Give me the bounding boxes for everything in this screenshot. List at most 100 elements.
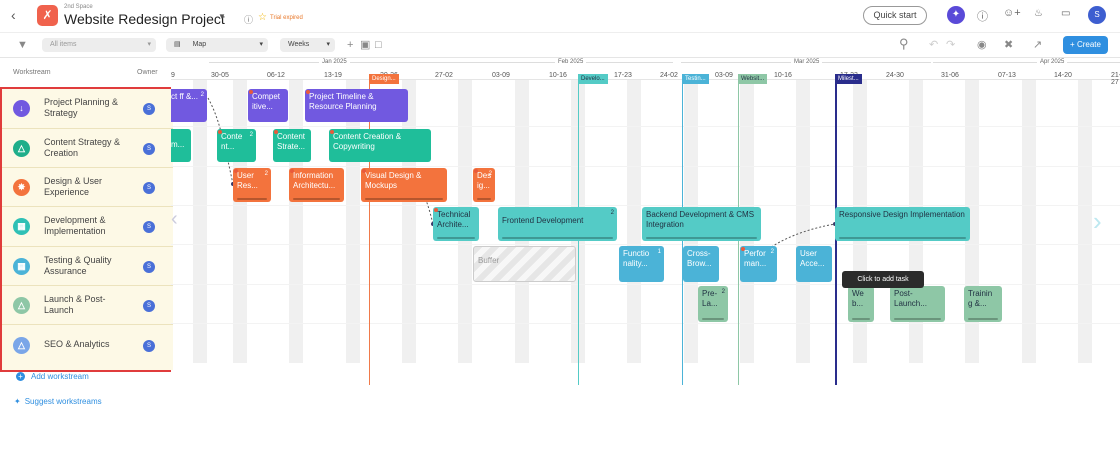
quick-start-label: Quick start (873, 10, 917, 20)
task-bar[interactable]: Visual Design & Mockups (361, 168, 447, 202)
task-bar[interactable]: Des ig... 2 (473, 168, 495, 202)
eye-icon[interactable]: ◉ (977, 38, 987, 52)
task-label: m... (171, 140, 185, 149)
owner-avatar[interactable]: S (143, 261, 155, 273)
task-bar[interactable]: ct ff &... 2 (171, 89, 207, 122)
calendar-icon[interactable]: ▣ (360, 38, 370, 52)
task-bar[interactable]: Pre- La... 2 (698, 286, 728, 322)
tools-icon[interactable]: ✖ (1004, 38, 1013, 52)
zoom-out-icon[interactable]: □ (375, 38, 382, 52)
progress-bar (852, 318, 870, 320)
task-bar[interactable]: Backend Development & CMS Integration (642, 207, 761, 241)
owner-avatar[interactable]: S (143, 182, 155, 194)
task-count: 2 (200, 92, 204, 98)
task-bar[interactable]: Compet itive... (248, 89, 288, 122)
task-bar[interactable]: We b... (848, 286, 874, 322)
workstream-row[interactable]: △ SEO & Analytics S (2, 325, 173, 370)
share-icon[interactable]: ↗ (1033, 38, 1042, 52)
task-label: Conte nt... (221, 132, 243, 151)
scale-select[interactable]: Weeks ▾ (280, 38, 335, 52)
palette-icon: ✸ (13, 179, 30, 196)
task-bar[interactable]: Technical Archite... (433, 207, 479, 241)
project-title[interactable]: Website Redesign Project (64, 11, 225, 27)
chat-icon[interactable]: ▭ (1061, 8, 1070, 19)
workstream-row[interactable]: △ Launch & Post-Launch S (2, 286, 173, 325)
task-bar[interactable]: Content Strate... (273, 129, 311, 162)
task-label: Visual Design & Mockups (365, 171, 422, 190)
scroll-left-chevron-icon[interactable]: ‹ (171, 208, 178, 231)
workstream-label: Launch & Post-Launch (44, 294, 106, 315)
task-label: Perfor man... (744, 249, 767, 268)
filter-icon[interactable]: ▼ (17, 38, 28, 52)
back-chevron-icon[interactable]: ‹ (11, 7, 16, 23)
filter-dropdown-icon: ▾ (147, 41, 151, 48)
add-workstream-button[interactable]: + Add workstream (16, 372, 89, 381)
suggest-workstreams-label: Suggest workstreams (24, 397, 102, 406)
task-bar[interactable]: Responsive Design Implementation (835, 207, 970, 241)
trial-status: Trial expired (270, 15, 303, 21)
zoom-in-icon[interactable]: + (347, 38, 353, 52)
view-select[interactable]: ▤ Map ▾ (166, 38, 268, 52)
owner-column-header: Owner (137, 69, 158, 76)
filter-select[interactable]: All items ▾ (42, 38, 156, 52)
task-bar[interactable]: Perfor man... 2 (740, 246, 777, 282)
task-bar[interactable]: Content Creation & Copywriting (329, 129, 431, 162)
ai-assistant-icon[interactable]: ✦ (947, 6, 965, 24)
task-bar[interactable]: Information Architectu... (289, 168, 344, 202)
star-icon[interactable]: ☆ (258, 12, 267, 23)
suggest-workstreams-button[interactable]: ✦ Suggest workstreams (14, 397, 102, 406)
owner-avatar[interactable]: S (143, 103, 155, 115)
task-bar[interactable]: Frontend Development 2 (498, 207, 617, 241)
owner-avatar[interactable]: S (143, 300, 155, 312)
status-dot (306, 90, 310, 94)
progress-bar (502, 237, 613, 239)
branch-icon: ↓ (13, 100, 30, 117)
info-icon[interactable]: ⓘ (244, 13, 253, 26)
status-dot (290, 169, 294, 173)
task-bar[interactable]: User Acce... (796, 246, 832, 282)
workstream-row[interactable]: ✸ Design & User Experience S (2, 168, 173, 207)
task-bar[interactable]: Project Timeline & Resource Planning (305, 89, 408, 122)
status-dot (234, 169, 238, 173)
task-label: Buffer (478, 256, 500, 265)
task-bar[interactable]: Trainin g &... (964, 286, 1002, 322)
add-workstream-label: Add workstream (31, 372, 89, 381)
grid-icon: ▦ (13, 258, 30, 275)
help-icon[interactable]: ⓘ (977, 8, 988, 24)
workstream-row[interactable]: ▦ Development & Implementation S (2, 207, 173, 247)
title-dropdown-icon[interactable]: ▼ (218, 12, 226, 21)
scroll-right-chevron-icon[interactable]: › (1093, 206, 1102, 237)
add-user-icon[interactable]: ☺+ (1003, 7, 1021, 19)
buffer-bar[interactable]: Buffer (473, 246, 576, 282)
owner-avatar[interactable]: S (143, 221, 155, 233)
task-bar[interactable]: Cross- Brow... (683, 246, 719, 282)
top-header: ‹ ✗ 2nd Space Website Redesign Project ▼… (0, 0, 1120, 33)
owner-avatar[interactable]: S (143, 143, 155, 155)
bell-icon[interactable]: ♨ (1034, 8, 1043, 19)
scale-dropdown-icon: ▾ (326, 41, 330, 48)
task-count: 2 (610, 210, 614, 216)
workstream-row[interactable]: ↓ Project Planning & Strategy S (2, 89, 173, 129)
flask-icon: △ (13, 140, 30, 157)
status-dot (218, 130, 222, 134)
task-bar[interactable]: User Res... 2 (233, 168, 271, 202)
search-icon[interactable]: ⚲ (899, 37, 909, 51)
user-avatar[interactable]: S (1088, 6, 1106, 24)
task-bar[interactable]: Functio nality... 1 (619, 246, 664, 282)
workstream-row[interactable]: △ Content Strategy & Creation S (2, 129, 173, 168)
task-bar[interactable]: Post- Launch... (890, 286, 945, 322)
task-label: Trainin g &... (968, 289, 993, 308)
user-avatar-initial: S (1094, 10, 1100, 19)
task-bar[interactable]: Conte nt... 2 (217, 129, 256, 162)
redo-icon[interactable]: ↷ (946, 38, 955, 52)
progress-bar (839, 237, 966, 239)
quick-start-button[interactable]: Quick start (863, 6, 927, 25)
task-label: Information Architectu... (293, 171, 336, 190)
create-button[interactable]: + Create (1063, 36, 1108, 54)
workstream-row[interactable]: ▦ Testing & Quality Assurance S (2, 247, 173, 286)
owner-avatar[interactable]: S (143, 340, 155, 352)
status-dot (362, 169, 366, 173)
grid-icon: ▦ (13, 218, 30, 235)
undo-icon[interactable]: ↶ (929, 38, 938, 52)
task-bar[interactable]: m... (171, 129, 191, 162)
